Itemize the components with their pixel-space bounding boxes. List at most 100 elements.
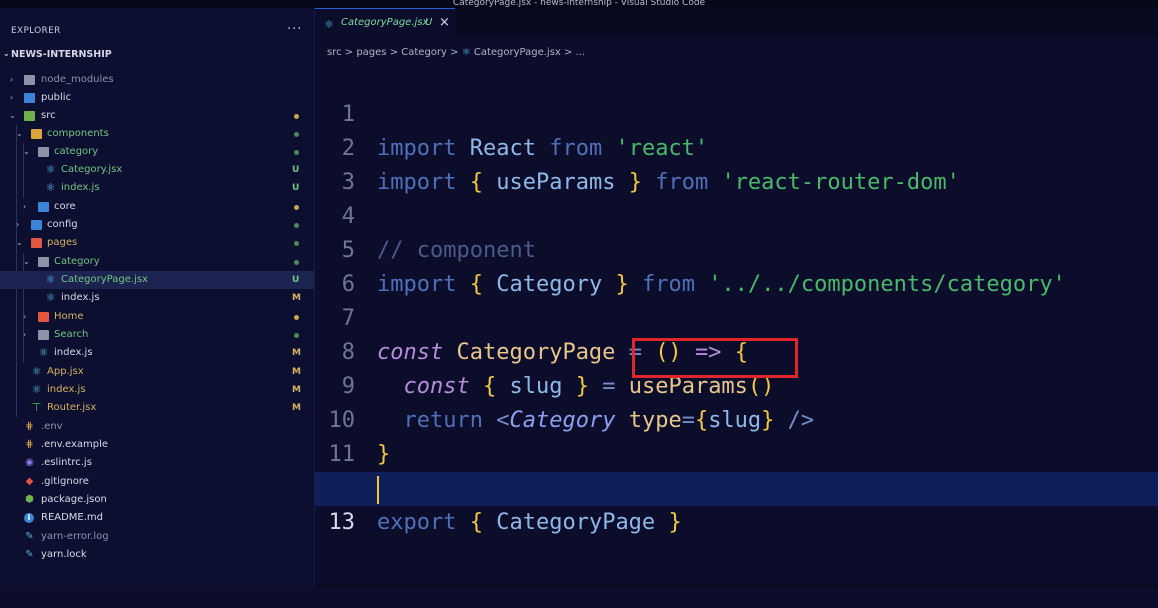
react-icon: ⚛ [324,18,334,31]
git-status-badge: U [292,183,300,193]
settings-file-icon: ⋕ [25,421,34,432]
npm-icon: ⬢ [25,494,34,505]
react-icon: ⚛ [31,365,42,378]
more-actions-icon[interactable]: ··· [287,22,302,37]
folder-icon [24,75,35,85]
chevron-right-icon: › [23,330,27,339]
tree-item-config[interactable]: › config [0,216,314,234]
untracked-dot-icon [294,132,299,137]
token-brace: } [668,510,682,535]
tree-item-app-jsx[interactable]: ⚛ App.jsx M [0,363,314,381]
folder-icon [38,312,49,322]
workspace-root[interactable]: ⌄ NEWS-INTERNSHIP [0,46,314,64]
tree-item-yarn-lock[interactable]: ✎ yarn.lock [0,546,314,564]
folder-icon [24,93,35,103]
code-text: export { CategoryPage } [377,506,682,540]
tree-item-label: .eslintrc.js [41,457,92,468]
tree-item-src-index[interactable]: ⚛ index.js M [0,381,314,399]
tree-item-label: CategoryPage.jsx [61,274,148,285]
annotation-highlight-box [632,338,798,378]
tree-item-category-index[interactable]: ⚛ index.js U [0,179,314,197]
tree-item-category-page-jsx[interactable]: ⚛ CategoryPage.jsx U [0,271,314,289]
tree-item-label: pages [47,237,78,248]
git-status-badge: M [292,348,301,358]
yarn-icon: ✎ [25,531,34,542]
close-icon[interactable]: × [439,15,450,30]
code-line: 4 // component [315,166,1158,263]
tree-item-search[interactable]: › Search [0,326,314,344]
chevron-down-icon: ⌄ [23,147,30,156]
line-number: 13 [328,510,356,535]
untracked-dot-icon [294,223,299,228]
tree-item-pages[interactable]: ⌄ pages [0,234,314,252]
tree-item-label: Category [54,256,100,267]
editor-bottom-edge [315,584,1158,588]
code-line: 2 import { useParams } from 'react-route… [315,98,1158,195]
tree-item-node-modules[interactable]: › node_modules [0,71,314,89]
tree-item-label: core [54,201,76,212]
tree-item-label: Home [54,311,84,322]
git-status-badge: M [292,367,301,377]
tree-item-home[interactable]: › Home [0,308,314,326]
folder-open-icon [38,257,49,267]
tab-category-page[interactable]: ⚛ CategoryPage.jsx U × [315,8,455,38]
tree-item-gitignore[interactable]: ◆ .gitignore [0,473,314,491]
tree-item-src[interactable]: ⌄ src [0,107,314,125]
editor-area[interactable]: ⚛ CategoryPage.jsx U × src > pages > Cat… [315,8,1158,588]
tree-item-label: index.js [54,347,93,358]
tree-item-category-folder[interactable]: ⌄ category [0,143,314,161]
chevron-right-icon: › [16,220,20,229]
tab-label: CategoryPage.jsx [341,17,429,28]
tree-item-label: category [54,146,99,157]
tab-body: ⚛ CategoryPage.jsx U × [315,8,455,38]
code-line: 3 [315,132,1158,195]
yarn-icon: ✎ [25,549,34,560]
tree-item-package-json[interactable]: ⬢ package.json [0,491,314,509]
tree-item-label: public [41,92,72,103]
code-line: 11 [315,404,1158,467]
chevron-down-icon: ⌄ [16,129,23,138]
tree-item-pages-index[interactable]: ⚛ index.js M [0,344,314,362]
tree-item-label: index.js [61,292,100,303]
explorer-sidebar: EXPLORER ··· ⌄ NEWS-INTERNSHIP › node_mo… [0,8,315,588]
tree-item-components[interactable]: ⌄ components [0,125,314,143]
tree-item-label: .gitignore [41,476,89,487]
tree-item-label: yarn.lock [41,549,87,560]
tree-item-router-jsx[interactable]: ⊤ Router.jsx M [0,399,314,417]
tree-item-category-jsx[interactable]: ⚛ Category.jsx U [0,161,314,179]
tree-item-readme[interactable]: i README.md [0,509,314,527]
breadcrumb[interactable]: src > pages > Category > ⚛ CategoryPage.… [327,47,585,58]
tree-item-category-page-folder[interactable]: ⌄ Category [0,253,314,271]
tree-item-label: node_modules [41,74,114,85]
git-status-badge: M [292,293,301,303]
code-line: 8 const { slug } = useParams() [315,302,1158,399]
react-icon: ⚛ [45,163,56,176]
folder-icon [38,330,49,340]
code-line-current[interactable]: 13 [315,472,1158,535]
tree-item-core[interactable]: › core [0,198,314,216]
info-icon: i [24,513,34,523]
git-status-badge: M [292,403,301,413]
tree-item-env-example[interactable]: ⋕ .env.example [0,436,314,454]
breadcrumb-tail: > ... [564,47,586,58]
tree-item-label: Search [54,329,89,340]
breadcrumb-file[interactable]: CategoryPage.jsx [474,47,561,58]
tree-item-label: App.jsx [47,366,84,377]
git-status-badge: U [292,165,300,175]
untracked-dot-icon [294,241,299,246]
react-icon: ⚛ [45,291,56,304]
tree-item-label: config [47,219,78,230]
folder-icon [38,202,49,212]
breadcrumb-path[interactable]: src > pages > Category > [327,47,459,58]
text-cursor [377,476,379,504]
settings-file-icon: ⋕ [25,439,34,450]
tree-item-env[interactable]: ⋕ .env [0,418,314,436]
code-line: 6 [315,234,1158,297]
code-line: 7 const CategoryPage = () => { [315,268,1158,365]
chevron-right-icon: › [10,75,14,84]
tree-item-eslintrc[interactable]: ◉ .eslintrc.js [0,454,314,472]
tree-item-label: index.js [61,182,100,193]
tree-item-public[interactable]: › public [0,89,314,107]
tree-item-yarn-error-log[interactable]: ✎ yarn-error.log [0,528,314,546]
tree-item-pages-category-index[interactable]: ⚛ index.js M [0,289,314,307]
